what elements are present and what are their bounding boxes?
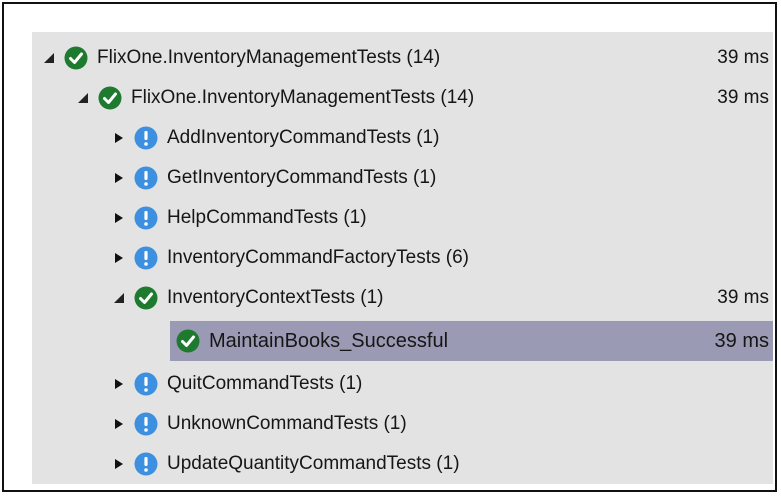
tree-node-label: AddInventoryCommandTests (1) [167,127,440,148]
duration-label: 39 ms [714,329,769,352]
tree-node-project[interactable]: FlixOne.InventoryManagementTests (14) 39… [32,78,773,118]
check-circle-icon [64,46,88,70]
tree-node-label: UnknownCommandTests (1) [167,413,407,434]
triangle-collapsed-icon[interactable] [112,417,126,431]
info-circle-icon [134,372,158,396]
info-circle-icon [134,206,158,230]
check-circle-icon [176,329,200,353]
tree-node-label: UpdateQuantityCommandTests (1) [167,453,460,474]
tree-node-class[interactable]: GetInventoryCommandTests (1) [32,158,773,198]
info-circle-icon [134,246,158,270]
tree-node-test-selected[interactable]: MaintainBooks_Successful 39 ms [170,321,773,361]
triangle-expanded-icon[interactable] [112,291,126,305]
info-circle-icon [134,412,158,436]
duration-label: 39 ms [717,287,769,308]
tree-node-class[interactable]: UnknownCommandTests (1) [32,404,773,444]
tree-node-label: FlixOne.InventoryManagementTests (14) [131,87,475,108]
duration-label: 39 ms [717,87,769,108]
tree-node-label: GetInventoryCommandTests (1) [167,167,437,188]
tree-node-label: HelpCommandTests (1) [167,207,367,228]
tree-node-label: FlixOne.InventoryManagementTests (14) [97,47,441,68]
tree-node-label: MaintainBooks_Successful [209,329,449,352]
check-circle-icon [134,286,158,310]
check-circle-icon [98,86,122,110]
tree-node-class[interactable]: InventoryCommandFactoryTests (6) [32,238,773,278]
info-circle-icon [134,452,158,476]
info-circle-icon [134,166,158,190]
triangle-collapsed-icon[interactable] [112,211,126,225]
tree-node-label: InventoryCommandFactoryTests (6) [167,247,469,268]
triangle-collapsed-icon[interactable] [112,131,126,145]
tree-node-class[interactable]: UpdateQuantityCommandTests (1) [32,444,773,484]
triangle-collapsed-icon[interactable] [112,457,126,471]
triangle-collapsed-icon[interactable] [112,251,126,265]
tree-node-class[interactable]: InventoryContextTests (1) 39 ms [32,278,773,318]
triangle-collapsed-icon[interactable] [112,171,126,185]
tree-node-class[interactable]: QuitCommandTests (1) [32,364,773,404]
tree-node-label: InventoryContextTests (1) [167,287,384,308]
tree-node-class[interactable]: AddInventoryCommandTests (1) [32,118,773,158]
triangle-collapsed-icon[interactable] [112,377,126,391]
tree-node-label: QuitCommandTests (1) [167,373,363,394]
triangle-expanded-icon[interactable] [42,51,56,65]
tree-node-root[interactable]: FlixOne.InventoryManagementTests (14) 39… [32,38,773,78]
triangle-expanded-icon[interactable] [76,91,90,105]
screenshot-frame: FlixOne.InventoryManagementTests (14) 39… [2,2,777,492]
tree-node-class[interactable]: HelpCommandTests (1) [32,198,773,238]
info-circle-icon [134,126,158,150]
duration-label: 39 ms [717,47,769,68]
test-explorer-tree: FlixOne.InventoryManagementTests (14) 39… [32,32,773,484]
